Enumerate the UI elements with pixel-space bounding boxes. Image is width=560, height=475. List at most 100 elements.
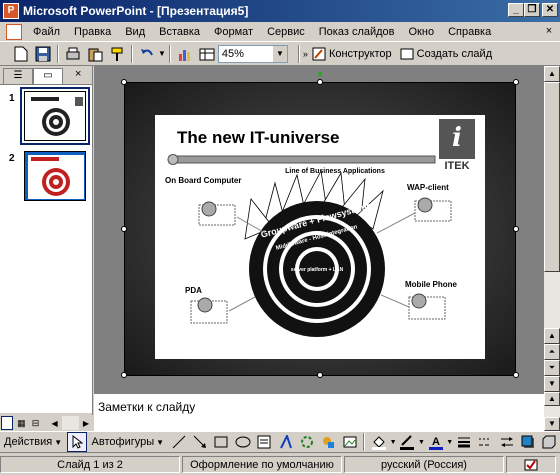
line-tool-icon[interactable] — [169, 432, 188, 452]
slide-editing-area: i ITEK The new IT-universe Line of Busin… — [94, 66, 544, 392]
select-pointer-icon[interactable] — [67, 432, 87, 452]
restore-button[interactable]: ❐ — [524, 3, 540, 17]
document-close-button[interactable]: × — [542, 25, 556, 38]
slide-thumbnail-1[interactable] — [20, 87, 90, 145]
picture-icon[interactable] — [340, 432, 359, 452]
menu-tools[interactable]: Сервис — [260, 22, 312, 42]
3d-style-icon[interactable] — [540, 432, 559, 452]
line-style-icon[interactable] — [454, 432, 473, 452]
scroll-up-icon[interactable]: ▲ — [544, 392, 560, 406]
status-bar: Слайд 1 из 2 Оформление по умолчанию рус… — [0, 454, 560, 475]
fill-color-icon[interactable] — [369, 432, 388, 452]
slide-number: 1 — [9, 93, 15, 104]
shadow-style-icon[interactable] — [518, 432, 537, 452]
normal-view-icon[interactable] — [1, 416, 14, 430]
oval-tool-icon[interactable] — [233, 432, 252, 452]
selection-handle[interactable] — [317, 79, 323, 85]
menu-help[interactable]: Справка — [441, 22, 498, 42]
notes-scrollbar[interactable]: ▲ ▼ — [544, 392, 560, 431]
new-slide-button[interactable]: Создать слайд — [400, 47, 492, 61]
chevron-down-icon[interactable]: ▼ — [446, 439, 453, 446]
zoom-dropdown-icon[interactable]: ▼ — [272, 45, 287, 62]
chart-icon[interactable] — [175, 44, 195, 64]
slides-tab[interactable]: ▭ — [33, 68, 63, 85]
save-icon[interactable] — [33, 44, 53, 64]
chevron-down-icon[interactable]: ▼ — [418, 439, 425, 446]
powerpoint-icon[interactable]: P — [3, 3, 19, 19]
scroll-up-icon[interactable]: ▲ — [544, 66, 560, 82]
selection-handle[interactable] — [121, 372, 127, 378]
document-icon[interactable] — [6, 23, 22, 40]
menu-format[interactable]: Формат — [207, 22, 260, 42]
line-color-icon[interactable] — [398, 432, 417, 452]
textbox-tool-icon[interactable] — [255, 432, 274, 452]
slide-canvas[interactable]: i ITEK The new IT-universe Line of Busin… — [124, 82, 516, 376]
zoom-select[interactable]: 45% ▼ — [217, 44, 288, 63]
undo-icon[interactable] — [137, 44, 157, 64]
vertical-scrollbar[interactable]: ▲ ▲ ⏶ ⏷ ▼ — [544, 66, 560, 392]
spelling-status-icon[interactable] — [506, 456, 556, 473]
selection-handle[interactable] — [121, 79, 127, 85]
selection-handle[interactable] — [513, 226, 519, 232]
center-text: server platform + LAN — [291, 267, 344, 273]
menu-insert[interactable]: Вставка — [152, 22, 207, 42]
designer-button[interactable]: Конструктор — [312, 47, 392, 61]
minimize-button[interactable]: _ — [508, 3, 524, 17]
scroll-down-icon[interactable]: ▼ — [544, 417, 560, 431]
horizontal-scroll-track[interactable] — [61, 416, 79, 430]
logo-text: ITEK — [444, 160, 469, 172]
label-mobile: Mobile Phone — [405, 280, 458, 289]
selection-handle[interactable] — [121, 226, 127, 232]
svg-text:A: A — [432, 436, 440, 448]
toolbar-separator — [57, 44, 59, 63]
close-button[interactable]: ✕ — [542, 3, 558, 17]
new-slide-label: Создать слайд — [416, 47, 493, 60]
arrow-tool-icon[interactable] — [190, 432, 209, 452]
paste-icon[interactable] — [85, 44, 105, 64]
scroll-right-icon[interactable]: ▶ — [80, 416, 92, 430]
menu-window[interactable]: Окно — [402, 22, 442, 42]
menu-file[interactable]: Файл — [26, 22, 67, 42]
wordart-icon[interactable] — [276, 432, 295, 452]
scroll-left-icon[interactable]: ◀ — [49, 416, 61, 430]
label-pda: PDA — [185, 286, 202, 295]
rectangle-tool-icon[interactable] — [212, 432, 231, 452]
outline-tab[interactable]: ☰ — [3, 68, 33, 84]
clipart-icon[interactable] — [319, 432, 338, 452]
autoshapes-button[interactable]: Автофигуры ▼ — [88, 436, 169, 448]
arrow-style-icon[interactable] — [497, 432, 516, 452]
pane-close-button[interactable]: × — [75, 68, 81, 80]
scroll-down-icon[interactable]: ▼ — [544, 376, 560, 392]
sorter-view-icon[interactable]: ▦ — [15, 416, 27, 430]
actions-button[interactable]: Действия ▼ — [0, 436, 66, 448]
scroll-up-icon[interactable]: ▲ — [544, 328, 560, 344]
previous-slide-icon[interactable]: ⏶ — [544, 344, 560, 360]
selection-handle[interactable] — [513, 79, 519, 85]
toolbar-overflow-icon[interactable]: » — [303, 49, 308, 59]
format-painter-icon[interactable] — [107, 44, 127, 64]
toolbar-separator — [297, 44, 300, 63]
notes-placeholder: Заметки к слайду — [98, 400, 196, 414]
menu-view[interactable]: Вид — [118, 22, 152, 42]
rotation-handle[interactable] — [318, 72, 322, 76]
slideshow-view-icon[interactable]: ⊟ — [29, 416, 41, 430]
dash-style-icon[interactable] — [476, 432, 495, 452]
notes-pane[interactable]: Заметки к слайду — [94, 392, 544, 431]
status-language: русский (Россия) — [344, 456, 504, 473]
table-icon[interactable] — [197, 44, 217, 64]
new-document-icon[interactable] — [11, 44, 31, 64]
menu-slideshow[interactable]: Показ слайдов — [312, 22, 402, 42]
chevron-down-icon: ▼ — [156, 437, 165, 447]
zoom-value: 45% — [221, 47, 244, 60]
selection-handle[interactable] — [513, 372, 519, 378]
print-icon[interactable] — [63, 44, 83, 64]
scroll-thumb[interactable] — [544, 82, 560, 272]
slide-thumbnail-2[interactable] — [24, 151, 86, 201]
selection-handle[interactable] — [317, 372, 323, 378]
chevron-down-icon[interactable]: ▼ — [390, 439, 397, 446]
font-color-icon[interactable]: A — [426, 432, 445, 452]
menu-edit[interactable]: Правка — [67, 22, 118, 42]
undo-dropdown-icon[interactable]: ▼ — [158, 49, 166, 58]
diagram-icon[interactable] — [297, 432, 316, 452]
next-slide-icon[interactable]: ⏷ — [544, 360, 560, 376]
